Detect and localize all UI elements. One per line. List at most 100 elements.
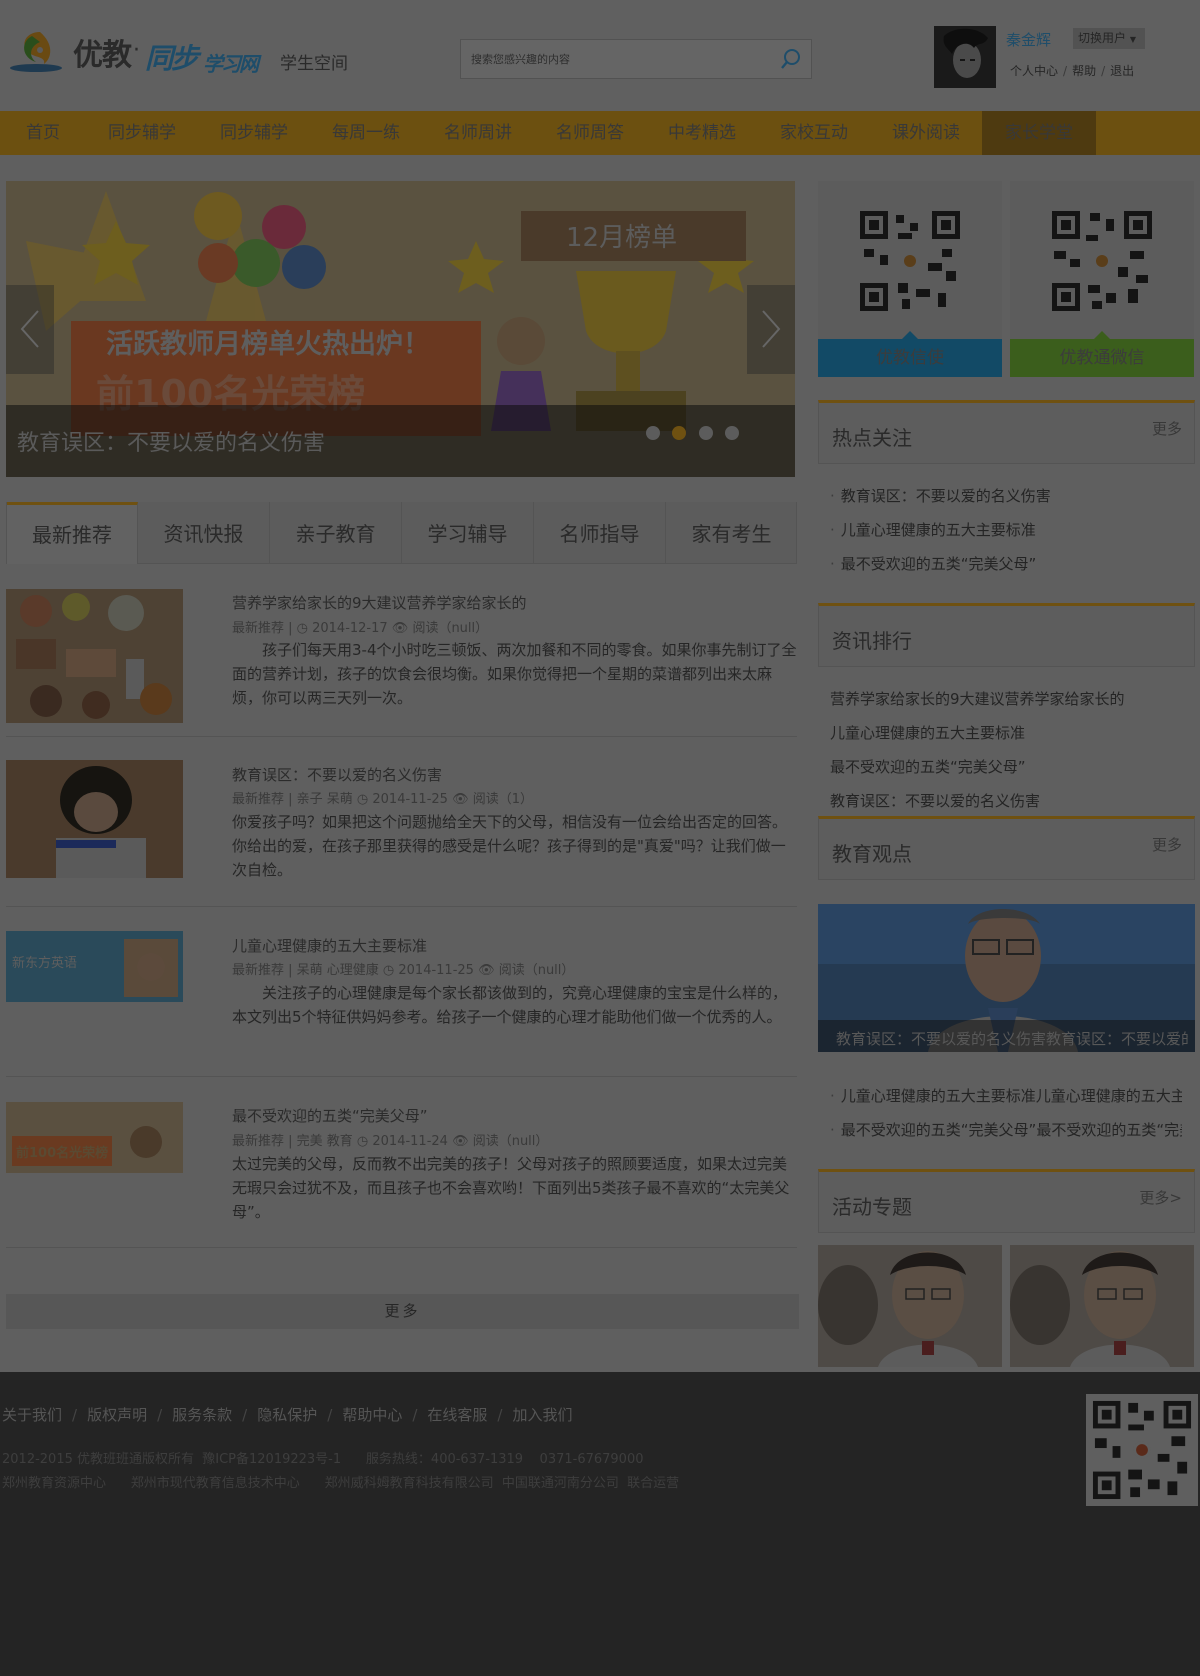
user-center-link[interactable]: 个人中心: [1010, 64, 1058, 78]
banner-dot-3[interactable]: [699, 426, 713, 440]
honor-text: 前100名光荣榜: [16, 1145, 108, 1161]
opinion-more-link[interactable]: 更多: [1152, 834, 1182, 855]
list-item-text: 最不受欢迎的五类“完美父母”: [840, 555, 1037, 573]
chevron-left-icon: [20, 310, 39, 348]
footer-link-support[interactable]: 在线客服: [427, 1406, 487, 1424]
opinion-list-item[interactable]: · 儿童心理健康的五大主要标准儿童心理健康的五大主要标准: [830, 1085, 1182, 1106]
list-item-text: 儿童心理健康的五大主要标准儿童心理健康的五大主要标准: [840, 1087, 1182, 1105]
ranking-list-item[interactable]: 营养学家给家长的9大建议营养学家给家长的: [830, 688, 1190, 709]
ranking-panel-header: 资讯排行: [818, 603, 1195, 667]
banner-dot-1[interactable]: [646, 426, 660, 440]
nav-item-weekly-practice[interactable]: 每周一练: [310, 111, 422, 155]
search-input[interactable]: [461, 40, 771, 78]
nav-item-home-school[interactable]: 家校互动: [758, 111, 870, 155]
topic-image[interactable]: [1010, 1245, 1194, 1367]
article-desc: 你爱孩子吗？如果把这个问题抛给全天下的父母，相信没有一位会给出否定的回答。你给出…: [232, 813, 788, 879]
footer-link-join[interactable]: 加入我们: [512, 1406, 572, 1424]
logo-icon[interactable]: [6, 28, 68, 74]
help-link[interactable]: 帮助: [1072, 64, 1096, 78]
search-icon[interactable]: [779, 47, 803, 71]
qr-label-messenger: 优教信使: [818, 339, 1002, 377]
nav-item-parent-school[interactable]: 家长学堂: [982, 111, 1096, 155]
list-item-text: 教育误区：不要以爱的名义伤害: [840, 487, 1051, 505]
main-nav: 首页 同步辅学 同步辅学 每周一练 名师周讲 名师周答 中考精选 家校互动 课外…: [0, 111, 1200, 155]
tab-study-help[interactable]: 学习辅导: [402, 502, 534, 564]
qr-panel-messenger[interactable]: 优教信使: [818, 181, 1002, 377]
topic-image[interactable]: [818, 1245, 1002, 1367]
separator: /: [242, 1406, 248, 1424]
tab-exam-students[interactable]: 家有考生: [666, 502, 797, 564]
avatar-image: [934, 26, 996, 88]
more-button[interactable]: 更多: [6, 1294, 799, 1329]
nav-item-reading[interactable]: 课外阅读: [870, 111, 982, 155]
username-link[interactable]: 秦金辉: [1006, 29, 1051, 50]
banner-dot-4[interactable]: [725, 426, 739, 440]
divider: [6, 906, 797, 907]
tab-news[interactable]: 资讯快报: [138, 502, 270, 564]
nav-item-home[interactable]: 首页: [0, 111, 86, 155]
article-meta: 最新推荐 | 亲子 呆萌 ◷ 2014-11-25 👁 阅读（1）: [232, 792, 533, 807]
article-meta: 最新推荐 | ◷ 2014-12-17 👁 阅读（null）: [232, 621, 489, 636]
banner-dot-2[interactable]: [672, 426, 686, 440]
food-image: [6, 589, 183, 723]
opinion-list-item[interactable]: · 最不受欢迎的五类“完美父母”最不受欢迎的五类“完美父母”: [830, 1119, 1182, 1140]
bullet-icon: ·: [830, 1087, 835, 1105]
nav-item-sync-1[interactable]: 同步辅学: [86, 111, 198, 155]
separator: /: [497, 1406, 503, 1424]
nav-item-exam-selection[interactable]: 中考精选: [646, 111, 758, 155]
banner-caption[interactable]: 教育误区：不要以爱的名义伤害: [17, 425, 325, 457]
student-photo: [818, 1245, 1002, 1367]
student-photo: [1010, 1245, 1194, 1367]
qr-code-icon: [1091, 1399, 1193, 1501]
article-title[interactable]: 最不受欢迎的五类“完美父母”: [232, 1105, 428, 1126]
tab-teacher-guide[interactable]: 名师指导: [534, 502, 666, 564]
ranking-list-item[interactable]: 儿童心理健康的五大主要标准: [830, 722, 1190, 743]
article-title[interactable]: 儿童心理健康的五大主要标准: [232, 935, 427, 956]
bullet-icon: ·: [830, 487, 835, 505]
hot-more-link[interactable]: 更多: [1152, 418, 1182, 439]
tab-parenting[interactable]: 亲子教育: [270, 502, 402, 564]
nav-item-sync-2[interactable]: 同步辅学: [198, 111, 310, 155]
article-title[interactable]: 教育误区：不要以爱的名义伤害: [232, 764, 442, 785]
avatar[interactable]: [934, 26, 996, 88]
topics-panel-header: 活动专题 更多>: [818, 1169, 1195, 1233]
footer-link-about[interactable]: 关于我们: [2, 1406, 62, 1424]
footer-link-help[interactable]: 帮助中心: [342, 1406, 402, 1424]
article-desc: 孩子们每天用3-4个小时吃三顿饭、两次加餐和不同的零食。如果你事先制订了全面的营…: [232, 641, 797, 707]
article-title[interactable]: 营养学家给家长的9大建议营养学家给家长的: [232, 592, 527, 613]
banner-prev-button[interactable]: [6, 285, 54, 374]
footer-link-copyright[interactable]: 版权声明: [87, 1406, 147, 1424]
topics-more-link[interactable]: 更多>: [1139, 1187, 1182, 1208]
hot-panel-header: 热点关注 更多: [818, 400, 1195, 464]
hot-list-item[interactable]: · 教育误区：不要以爱的名义伤害: [830, 485, 1190, 506]
article-thumbnail[interactable]: [6, 589, 183, 723]
article-thumbnail[interactable]: 新东方英语: [6, 931, 183, 1002]
ranking-list-item[interactable]: 教育误区：不要以爱的名义伤害: [830, 790, 1190, 811]
divider: [6, 1247, 797, 1248]
opinion-caption[interactable]: 教育误区：不要以爱的名义伤害教育误区：不要以爱的名义伤害: [836, 1028, 1188, 1049]
footer-link-terms[interactable]: 服务条款: [172, 1406, 232, 1424]
nav-item-teacher-lecture[interactable]: 名师周讲: [422, 111, 534, 155]
logo-xuexi: 学习网: [203, 52, 259, 76]
banner-board-text: 12月榜单: [566, 223, 677, 253]
logo-text: 优教: [73, 38, 132, 73]
footer-link-privacy[interactable]: 隐私保护: [257, 1406, 317, 1424]
nav-item-teacher-qa[interactable]: 名师周答: [534, 111, 646, 155]
ranking-list-item[interactable]: 最不受欢迎的五类“完美父母”: [830, 756, 1190, 777]
separator: /: [1101, 64, 1106, 78]
tab-latest[interactable]: 最新推荐: [7, 502, 138, 564]
article-thumbnail[interactable]: [6, 760, 183, 878]
switch-user-dropdown[interactable]: 切换用户 ▼: [1073, 28, 1145, 49]
honor-roll-image: 前100名光荣榜: [6, 1102, 183, 1173]
hot-list-item[interactable]: · 最不受欢迎的五类“完美父母”: [830, 553, 1190, 574]
qr-panel-wechat[interactable]: 优教通微信: [1010, 181, 1194, 377]
panel-title: 教育观点: [832, 842, 912, 866]
panel-title: 资讯排行: [832, 629, 912, 653]
chevron-right-icon: [762, 310, 781, 348]
panel-title: 活动专题: [832, 1195, 912, 1219]
logout-link[interactable]: 退出: [1110, 64, 1134, 78]
pointer-icon: [1094, 331, 1110, 339]
banner-next-button[interactable]: [747, 285, 795, 374]
article-thumbnail[interactable]: 前100名光荣榜: [6, 1102, 183, 1173]
hot-list-item[interactable]: · 儿童心理健康的五大主要标准: [830, 519, 1190, 540]
